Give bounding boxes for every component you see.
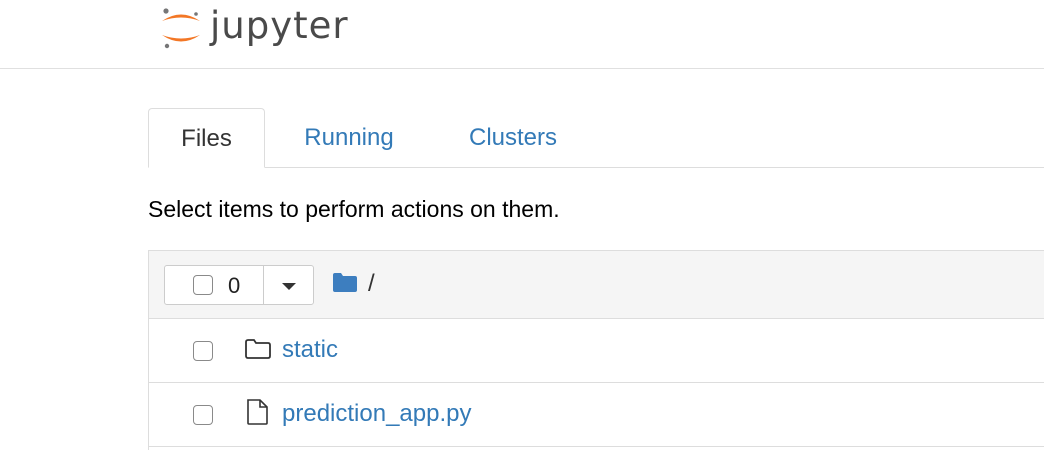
file-list: 0 / static prediction_app.py: [148, 250, 1044, 450]
select-all-checkbox[interactable]: [193, 275, 213, 295]
folder-icon[interactable]: [332, 271, 358, 298]
selection-control: 0: [164, 265, 314, 305]
file-icon: [244, 398, 270, 431]
jupyter-logo[interactable]: jupyter: [158, 4, 349, 50]
selection-dropdown-button[interactable]: [264, 266, 313, 304]
select-all-button[interactable]: 0: [165, 266, 264, 304]
item-link[interactable]: prediction_app.py: [282, 400, 471, 428]
item-checkbox[interactable]: [193, 405, 213, 425]
tab-files[interactable]: Files: [148, 108, 265, 168]
tab-clusters[interactable]: Clusters: [448, 108, 578, 167]
folder-outline-icon: [244, 337, 272, 366]
list-item: prediction_app.py: [149, 383, 1044, 447]
app-header: jupyter: [0, 0, 1044, 69]
list-item: static: [149, 319, 1044, 383]
selected-count: 0: [228, 273, 241, 298]
tab-running[interactable]: Running: [278, 108, 420, 167]
tab-bar: Files Running Clusters: [148, 108, 1044, 168]
jupyter-logo-icon: [158, 4, 204, 50]
item-checkbox[interactable]: [193, 341, 213, 361]
instruction-text: Select items to perform actions on them.: [148, 196, 560, 222]
breadcrumb: /: [332, 269, 375, 299]
item-link[interactable]: static: [282, 336, 338, 364]
breadcrumb-root[interactable]: /: [368, 270, 375, 298]
caret-down-icon: [282, 283, 296, 290]
jupyter-logo-text: jupyter: [210, 3, 349, 47]
file-list-header: 0 /: [149, 251, 1044, 319]
